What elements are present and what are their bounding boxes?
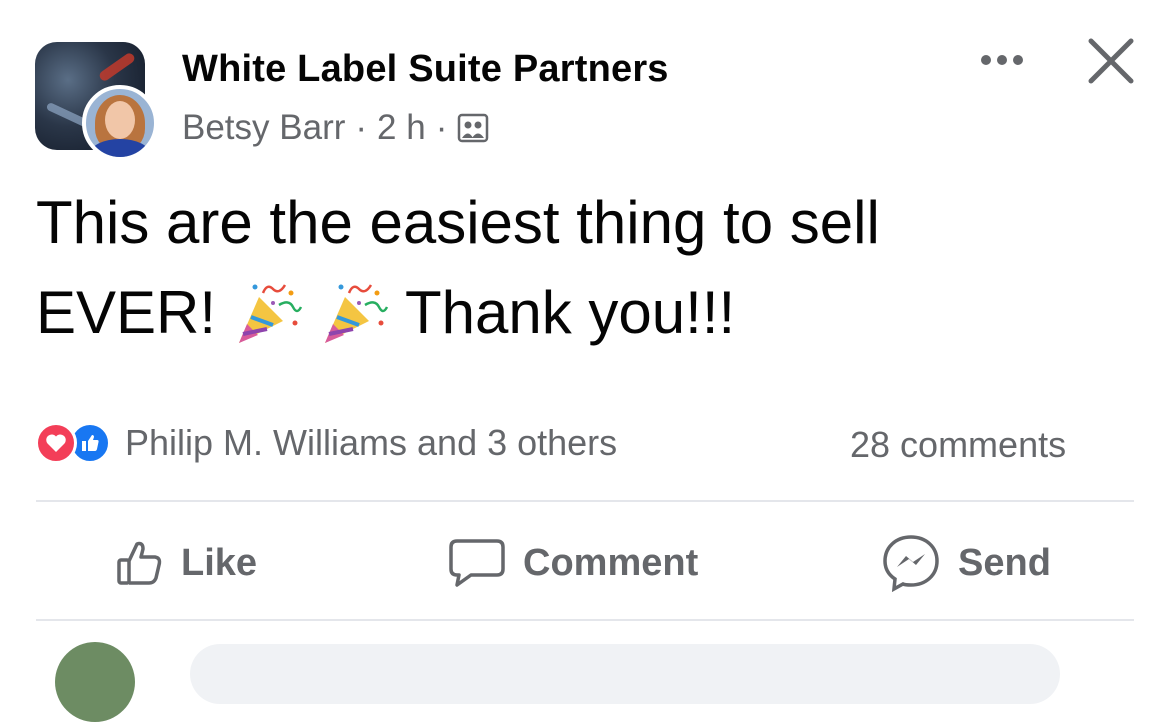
comment-bubble-icon	[449, 539, 505, 587]
comments-count[interactable]: 28 comments	[850, 424, 1066, 466]
dot-icon	[997, 55, 1007, 65]
divider	[36, 500, 1134, 502]
post-text-line1: This are the easiest thing to sell	[36, 189, 880, 256]
group-name[interactable]: White Label Suite Partners	[182, 48, 669, 91]
author-avatar[interactable]	[82, 85, 158, 161]
current-user-avatar	[55, 642, 135, 722]
like-button[interactable]: Like	[115, 532, 257, 594]
group-audience-icon	[457, 112, 489, 144]
love-reaction-icon	[35, 422, 77, 464]
comment-label: Comment	[523, 541, 699, 584]
comment-button[interactable]: Comment	[447, 532, 698, 594]
post-text-line2: EVER! Thank you!!!	[36, 277, 736, 347]
more-options-button[interactable]	[972, 40, 1032, 80]
thumbs-up-icon	[117, 541, 162, 585]
send-label: Send	[958, 541, 1051, 584]
meta-separator: ·	[435, 108, 448, 147]
post-time[interactable]: 2 h	[377, 108, 426, 148]
close-button[interactable]	[1083, 33, 1139, 89]
comment-input[interactable]	[190, 644, 1060, 704]
messenger-icon	[883, 535, 939, 593]
party-popper-icon	[319, 277, 389, 347]
reactors-text: Philip M. Williams and 3 others	[125, 422, 618, 463]
party-popper-icon	[233, 277, 303, 347]
reactions-summary[interactable]: Philip M. Williams and 3 others	[35, 422, 617, 464]
divider	[36, 619, 1134, 621]
author-name[interactable]: Betsy Barr	[182, 108, 345, 148]
post-meta: Betsy Barr · 2 h ·	[182, 108, 489, 148]
dot-icon	[981, 55, 991, 65]
like-label: Like	[181, 541, 258, 584]
post-body: This are the easiest thing to sell EVER!	[36, 178, 1136, 358]
meta-separator: ·	[355, 108, 368, 147]
dot-icon	[1013, 55, 1023, 65]
send-button[interactable]: Send	[880, 532, 1051, 594]
close-icon	[1088, 38, 1134, 84]
